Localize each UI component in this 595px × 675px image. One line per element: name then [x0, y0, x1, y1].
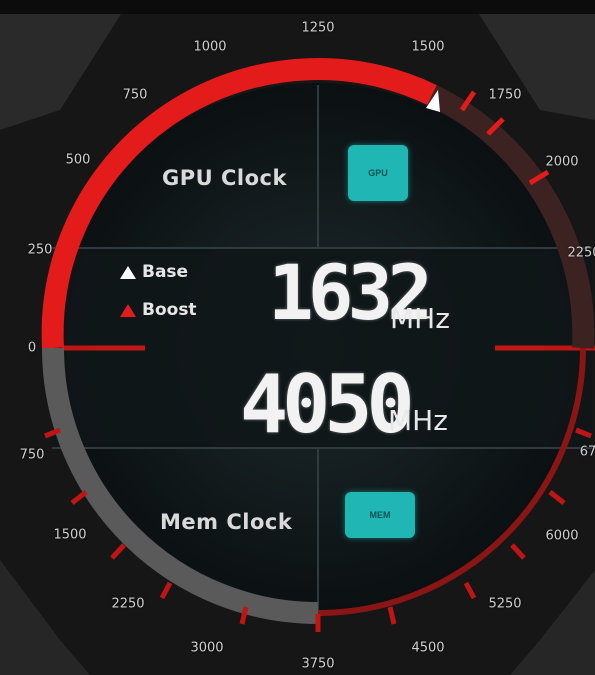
gpu-clock-unit: MHz [390, 302, 450, 335]
frame-corner-bottom-left [0, 560, 90, 675]
gpu-scale-label-0: 0 [27, 340, 37, 356]
mem-scale-label-3750: 3750 [301, 656, 335, 672]
gpu-clock-title: GPU Clock [162, 166, 287, 190]
mem-scale-label-750: 750 [19, 447, 45, 463]
gpu-scale-label-1500: 1500 [411, 39, 445, 55]
gpu-chip-icon: GPU [348, 145, 408, 201]
mem-clock-unit: MHz [388, 404, 448, 437]
gpu-scale-label-250: 250 [27, 242, 53, 258]
mem-scale-label-4500: 4500 [411, 640, 445, 656]
frame-corner-bottom-right [510, 570, 595, 675]
mem-scale-label-3000: 3000 [190, 640, 224, 656]
mem-scale-label-5250: 5250 [488, 596, 522, 612]
mem-clock-value: 4050 [240, 358, 415, 451]
mem-chip-icon: MEM [345, 492, 415, 538]
mem-chip-label: MEM [369, 510, 391, 520]
mem-scale-label-2250: 2250 [111, 596, 145, 612]
gpu-scale-label-1000: 1000 [193, 39, 227, 55]
gpu-scale-label-750: 750 [122, 87, 148, 103]
gpu-scale-label-500: 500 [65, 152, 91, 168]
gpu-scale-label-2250: 2250 [567, 245, 595, 261]
mem-scale-label-6750: 67 [579, 444, 595, 460]
gpu-scale-label-2000: 2000 [545, 154, 579, 170]
legend-boost: Boost [120, 300, 197, 320]
legend-base: Base [120, 262, 188, 282]
legend-boost-label: Boost [142, 300, 197, 320]
mem-scale-label-6000: 6000 [545, 528, 579, 544]
mem-clock-title: Mem Clock [160, 510, 293, 534]
gpu-scale-label-1750: 1750 [488, 87, 522, 103]
base-triangle-icon [120, 265, 136, 279]
gpu-chip-label: GPU [368, 168, 388, 178]
frame-corner-top-left [0, 0, 130, 130]
mem-scale-label-1500: 1500 [53, 527, 87, 543]
legend-base-label: Base [142, 262, 189, 282]
boost-triangle-icon [120, 303, 136, 317]
gpu-scale-label-1250: 1250 [301, 20, 335, 36]
